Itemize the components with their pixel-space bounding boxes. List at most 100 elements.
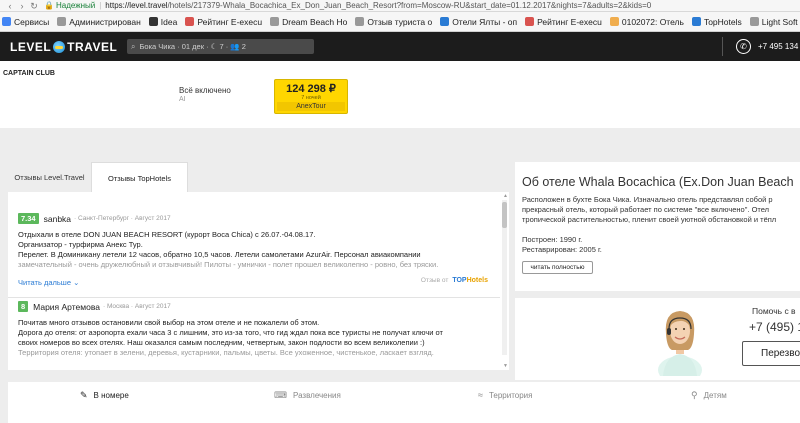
review-meta: · Санкт-Петербург · Август 2017	[74, 215, 171, 222]
bookmark-favicon-icon	[691, 17, 701, 26]
url-host: https://level.travel	[105, 1, 168, 10]
review-line: Дорога до отеля: от аэропорта ехали часа…	[18, 328, 443, 337]
bookmark-favicon-icon	[57, 17, 67, 26]
tab-territory[interactable]: ≈ Территория	[478, 390, 532, 400]
search-summary[interactable]: ⌕ Бока Чика · 01 дек · ☾ 7 · 👥 2	[127, 39, 314, 54]
bookmark-favicon-icon	[185, 17, 195, 26]
review-score: 7.34	[18, 213, 39, 224]
review-line: своих номеров во всех отелях. Наш оказал…	[18, 338, 425, 347]
scroll-down-icon[interactable]: ▼	[503, 363, 508, 369]
bookmark-item[interactable]: Рейтинг E-execu	[185, 17, 262, 27]
reviewer-name: sanbka	[43, 213, 72, 224]
review-tabs: Отзывы Level.Travel Отзывы TopHotels	[8, 162, 509, 193]
nights-count: 7 ночей	[301, 95, 321, 101]
bookmark-item[interactable]: 0102072: Отель	[609, 17, 684, 27]
stroller-icon: ⚲	[691, 390, 698, 400]
facility-tabs: ✎ В номере ⌨ Развлечения ≈ Территория ⚲ …	[8, 382, 800, 423]
help-title: Помочь с в	[752, 306, 796, 316]
search-icon: ⌕	[131, 41, 136, 51]
logo[interactable]: LEVEL TRAVEL	[10, 40, 117, 54]
about-title: Об отеле Whala Bocachica (Ex.Don Juan Be…	[522, 175, 794, 189]
lock-icon: 🔒	[44, 1, 54, 10]
review-divider	[8, 297, 500, 298]
tour-operator: AnexTour	[277, 102, 345, 111]
bookmark-favicon-icon	[525, 17, 535, 26]
logo-text-left: LEVEL	[10, 40, 52, 54]
tab-entertainment[interactable]: ⌨ Развлечения	[274, 390, 341, 401]
bookmark-item[interactable]: Сервисы	[2, 17, 49, 27]
gamepad-icon: ⌨	[274, 390, 287, 400]
bookmark-item[interactable]: Отели Ялты - оп	[440, 17, 517, 27]
reviewer-name: Мария Артемова	[33, 301, 100, 312]
bookmark-item[interactable]: TopHotels	[691, 17, 742, 27]
back-icon[interactable]: ‹	[4, 1, 16, 11]
bookmark-favicon-icon	[355, 17, 365, 26]
room-meal-code: AI	[179, 96, 186, 103]
reviews-panel: 7.34 sanbka · Санкт-Петербург · Август 2…	[8, 192, 509, 370]
source-label: Отзыв от	[420, 277, 449, 284]
review-line: Организатор - турфирма Анекс Тур.	[18, 240, 143, 249]
tab-level-travel-reviews[interactable]: Отзывы Level.Travel	[8, 162, 91, 193]
review-line: Территория отеля: утопает в зелени, дере…	[18, 348, 434, 357]
help-panel: Помочь с в +7 (495) 1 Перезво	[515, 298, 800, 380]
tab-in-room[interactable]: ✎ В номере	[80, 390, 129, 401]
price-value: 124 298 ₽	[286, 83, 336, 95]
help-phone[interactable]: +7 (495) 1	[749, 320, 800, 334]
site-header: LEVEL TRAVEL ⌕ Бока Чика · 01 дек · ☾ 7 …	[0, 32, 800, 61]
read-full-button[interactable]: читать полностью	[522, 261, 593, 274]
built-year: Построен: 1990 г.	[522, 235, 583, 244]
bookmark-item[interactable]: Отзыв туриста о	[355, 17, 432, 27]
phone-icon[interactable]: ✆	[736, 39, 751, 54]
review-line: Отдыхали в отеле DON JUAN BEACH RESORT (…	[18, 230, 316, 239]
review-header: 8 Мария Артемова · Москва · Август 2017	[18, 301, 171, 312]
globe-icon	[53, 41, 66, 53]
review-text: Почитав много отзывов остановили свой вы…	[18, 318, 497, 358]
renovated-year: Реставрирован: 2005 г.	[522, 245, 602, 254]
bookmark-favicon-icon	[148, 17, 158, 26]
bookmark-item[interactable]: Рейтинг E-execu	[525, 17, 602, 27]
bookmarks-bar: Сервисы Администрирован Idea Рейтинг E-exec…	[0, 12, 800, 32]
scroll-thumb[interactable]	[502, 202, 507, 228]
support-agent-avatar	[658, 311, 702, 376]
price-button[interactable]: 124 298 ₽ 7 ночей AnexTour	[274, 79, 348, 114]
about-description: Расположен в бухте Бока Чика. Изначально…	[522, 195, 777, 224]
captain-club-label: CAPTAIN CLUB	[3, 70, 55, 77]
review-line: замечательный - очень дружелюбный и отзы…	[18, 260, 439, 269]
bookmark-item[interactable]: Idea	[148, 17, 177, 27]
review-header: 7.34 sanbka · Санкт-Петербург · Август 2…	[18, 213, 171, 224]
bookmark-item[interactable]: Dream Beach Ho	[270, 17, 347, 27]
room-meal-title: Всё включено	[179, 86, 231, 95]
logo-text-right: TRAVEL	[67, 40, 118, 54]
tab-tophotels-reviews[interactable]: Отзывы TopHotels	[91, 162, 188, 193]
tophotels-logo: TOPHotels	[452, 277, 488, 284]
bookmark-item[interactable]: Администрирован	[57, 17, 141, 27]
bookmark-item[interactable]: Light Soft Travel	[749, 17, 800, 27]
review-meta: · Москва · Август 2017	[102, 303, 171, 310]
bookmark-favicon-icon	[2, 17, 11, 26]
about-hotel-panel: Об отеле Whala Bocachica (Ex.Don Juan Be…	[515, 162, 800, 291]
bookmark-favicon-icon	[270, 17, 280, 26]
scroll-up-icon[interactable]: ▲	[503, 193, 508, 199]
search-text: Бока Чика · 01 дек · ☾ 7 · 👥 2	[139, 42, 246, 51]
header-phone[interactable]: +7 495 134	[758, 42, 798, 51]
bookmark-favicon-icon	[440, 17, 450, 26]
brush-icon: ✎	[80, 390, 88, 400]
offer-section: CAPTAIN CLUB Всё включено AI 124 298 ₽ 7…	[0, 61, 800, 128]
review-text: Отдыхали в отеле DON JUAN BEACH RESORT (…	[18, 230, 497, 270]
review-line: Перелет. В Доминикану летели 12 часов, о…	[18, 250, 421, 259]
bookmark-favicon-icon	[609, 17, 619, 26]
secure-label: Надежный	[55, 1, 96, 10]
url-field[interactable]: https://level.travel/hotels/217379-Whala…	[105, 1, 651, 10]
forward-icon[interactable]: ›	[16, 1, 28, 11]
reload-icon[interactable]: ↻	[28, 1, 40, 11]
bookmark-favicon-icon	[749, 17, 759, 26]
address-bar: ‹ › ↻ 🔒 Надежный | https://level.travel/…	[0, 0, 800, 12]
callback-button[interactable]: Перезво	[742, 341, 800, 366]
tab-kids[interactable]: ⚲ Детям	[691, 390, 727, 401]
review-line: Почитав много отзывов остановили свой вы…	[18, 318, 320, 327]
review-source: Отзыв от TOPHotels	[421, 277, 488, 284]
url-path: /hotels/217379-Whala_Bocachica_Ex_Don_Ju…	[167, 1, 652, 10]
pool-icon: ≈	[478, 390, 483, 400]
reviews-scrollbar[interactable]	[502, 200, 507, 355]
read-more-link[interactable]: Читать дальше ⌄	[18, 278, 79, 287]
